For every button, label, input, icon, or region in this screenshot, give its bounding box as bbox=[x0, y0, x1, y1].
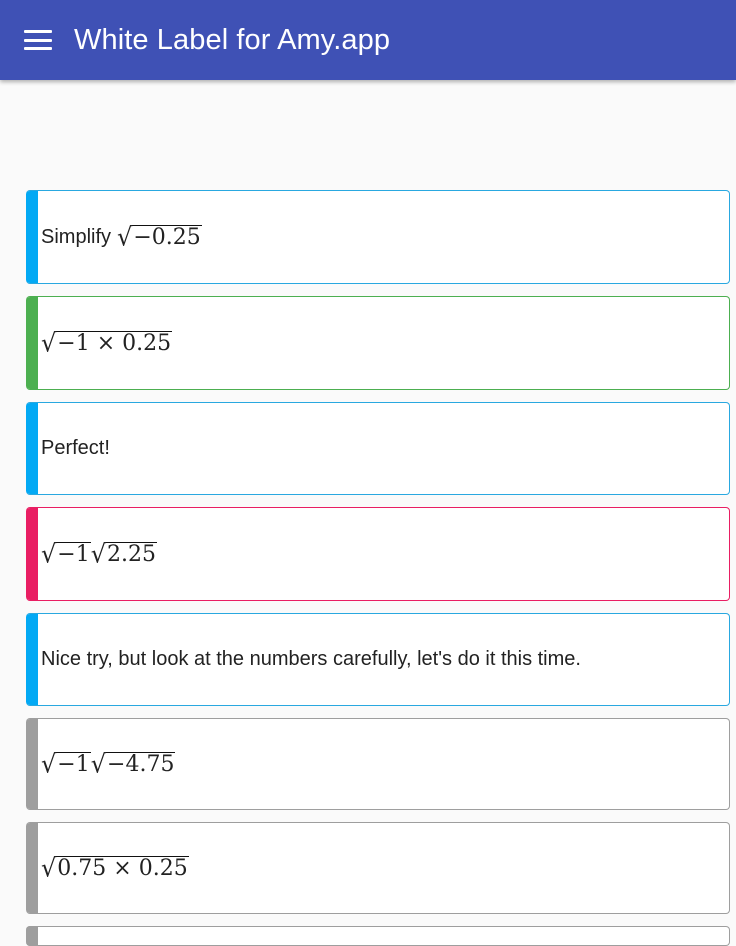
prompt-text: Simplify bbox=[41, 225, 112, 248]
card-accent bbox=[26, 191, 38, 283]
square-root: √ −1 bbox=[41, 539, 91, 569]
math-expression: √ −0.25 bbox=[117, 222, 202, 252]
feedback-text: Nice try, but look at the numbers carefu… bbox=[41, 648, 581, 670]
answer-card-incorrect[interactable]: √ −1 √ 2.25 bbox=[26, 507, 730, 601]
radicand: 2.25 bbox=[105, 541, 158, 567]
square-root: √ −0.25 bbox=[117, 222, 202, 252]
answer-option-card[interactable]: √ 0.75 × 0.25 bbox=[26, 822, 730, 914]
radicand: 0.75 × 0.25 bbox=[55, 855, 189, 881]
radicand: −4.75 bbox=[105, 751, 176, 777]
radicand: −0.25 bbox=[131, 224, 202, 250]
radicand: −1 bbox=[55, 751, 91, 777]
answer-card-correct[interactable]: √ −1 × 0.25 bbox=[26, 296, 730, 390]
feedback-text: Perfect! bbox=[41, 437, 110, 459]
card-accent bbox=[26, 508, 38, 600]
card-accent bbox=[26, 614, 38, 705]
prompt-card: Simplify √ −0.25 bbox=[26, 190, 730, 284]
radicand: −1 bbox=[55, 541, 91, 567]
radicand: −1 × 0.25 bbox=[55, 330, 173, 356]
square-root: √ 0.75 × 0.25 bbox=[41, 853, 189, 883]
math-expression: √ −1 √ −4.75 bbox=[41, 749, 176, 779]
feedback-card: Perfect! bbox=[26, 402, 730, 495]
square-root: √ 2.25 bbox=[90, 539, 158, 569]
feedback-card: Nice try, but look at the numbers carefu… bbox=[26, 613, 730, 706]
menu-icon[interactable] bbox=[24, 30, 52, 50]
card-accent bbox=[26, 719, 38, 809]
card-accent bbox=[26, 823, 38, 913]
app-bar: White Label for Amy.app bbox=[0, 0, 736, 80]
square-root: √ −1 × 0.25 bbox=[41, 328, 173, 358]
card-accent bbox=[26, 403, 38, 494]
math-expression: √ 0.75 × 0.25 bbox=[41, 853, 189, 883]
math-expression: √ −1 √ 2.25 bbox=[41, 539, 158, 569]
card-accent bbox=[26, 297, 38, 389]
square-root: √ −1 bbox=[41, 749, 91, 779]
card-accent bbox=[26, 926, 38, 946]
answer-option-card[interactable] bbox=[26, 926, 730, 946]
square-root: √ −4.75 bbox=[90, 749, 176, 779]
math-expression: √ −1 × 0.25 bbox=[41, 328, 173, 358]
app-title: White Label for Amy.app bbox=[74, 23, 391, 56]
answer-option-card[interactable]: √ −1 √ −4.75 bbox=[26, 718, 730, 810]
